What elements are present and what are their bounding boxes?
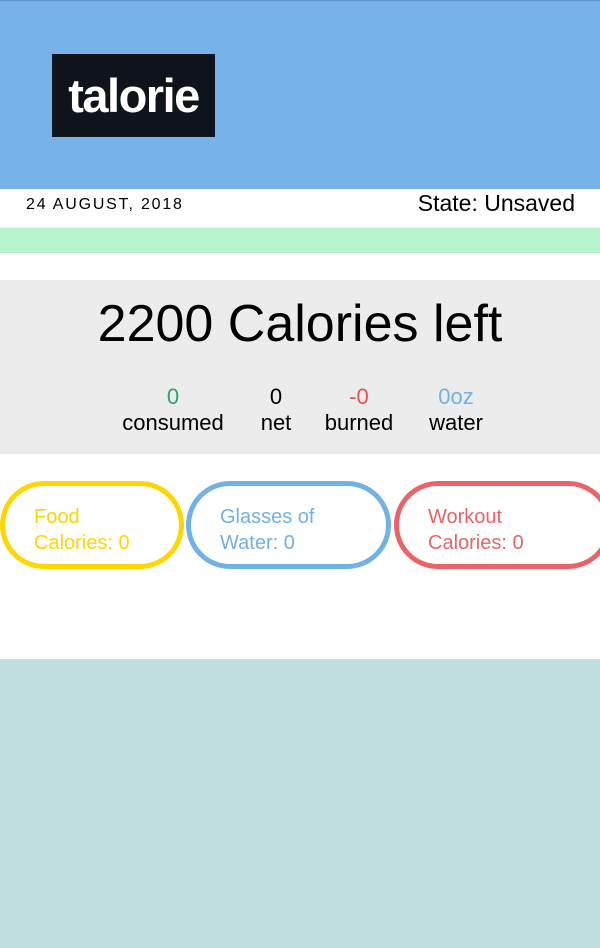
consumed-value: 0: [166, 384, 180, 409]
water-value: 0oz: [438, 384, 474, 409]
talorie-logo[interactable]: talorie: [52, 54, 215, 137]
calorie-progress-bar: [0, 228, 600, 253]
burned-label: burned: [324, 410, 394, 435]
food-calories-button[interactable]: Food Calories: 0: [0, 481, 184, 569]
food-button-line2: Calories: 0: [34, 532, 130, 554]
net-value: 0: [269, 384, 283, 409]
water-button-line1: Glasses of: [220, 506, 315, 528]
calories-remaining: 2200 Calories left: [97, 295, 503, 353]
workout-button-line2: Calories: 0: [428, 532, 524, 554]
workout-button-line1: Workout: [428, 506, 503, 528]
burned-value: -0: [349, 384, 369, 409]
workout-calories-button[interactable]: Workout Calories: 0: [394, 481, 600, 569]
stat-burned: -0 burned: [318, 384, 400, 436]
stat-water: 0oz water: [423, 384, 489, 436]
spacer: [0, 253, 600, 280]
entry-buttons: Food Calories: 0 Glasses of Water: 0 Wor…: [0, 454, 600, 659]
calorie-summary: 2200 Calories left 0 consumed 0 net -0 b…: [0, 280, 600, 454]
stat-consumed: 0 consumed: [113, 384, 233, 436]
water-button-line2: Water: 0: [220, 532, 295, 554]
water-glasses-button[interactable]: Glasses of Water: 0: [186, 481, 391, 569]
content-background: [0, 659, 600, 948]
info-bar: 24 AUGUST, 2018 State: Unsaved: [0, 189, 600, 228]
water-label: water: [429, 410, 483, 435]
net-label: net: [260, 410, 292, 435]
current-date: 24 AUGUST, 2018: [26, 196, 184, 213]
consumed-label: consumed: [122, 410, 224, 435]
app-header: talorie: [0, 0, 600, 189]
stat-net: 0 net: [255, 384, 297, 436]
save-state: State: Unsaved: [417, 190, 575, 216]
food-button-line1: Food: [34, 506, 80, 528]
logo-text: talorie: [68, 69, 200, 122]
